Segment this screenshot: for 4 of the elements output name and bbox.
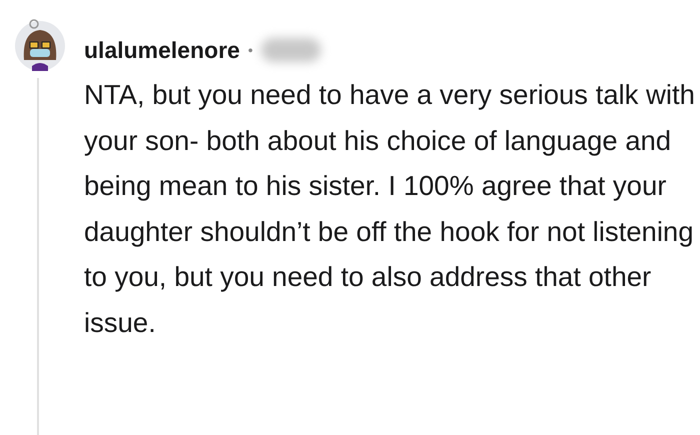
username[interactable]: ulalumelenore [84,36,240,64]
separator-dot: • [248,42,253,58]
blurred-redaction [260,38,321,62]
comment-text: NTA, but you need to have a very serious talk with your son- both about his choice of language and being mean to his sister. I 100% agree that your daughter shouldn’t be off the hook for not listening to you, but you need to also address that other issue. [84,78,696,340]
